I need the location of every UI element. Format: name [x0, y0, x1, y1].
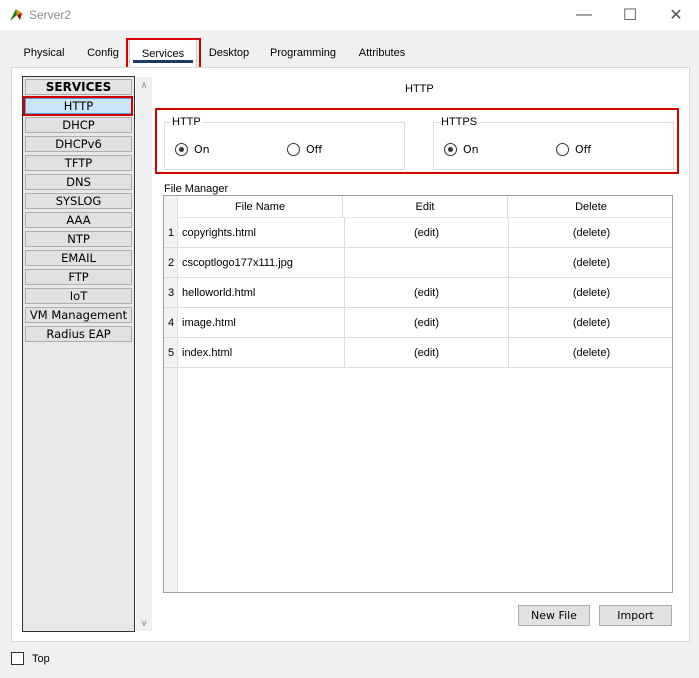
radio-unchecked-icon [556, 143, 569, 156]
import-button[interactable]: Import [599, 605, 672, 626]
tab-physical[interactable]: Physical [15, 42, 73, 64]
tab-desktop[interactable]: Desktop [201, 42, 257, 64]
table-row: 3 helloworld.html (edit) (delete) [164, 278, 672, 308]
radio-checked-icon [444, 143, 457, 156]
table-row: 5 index.html (edit) (delete) [164, 338, 672, 368]
http-on-label: On [194, 143, 210, 156]
https-on-label: On [463, 143, 479, 156]
tab-programming[interactable]: Programming [261, 42, 345, 64]
packet-tracer-app-icon [10, 9, 22, 21]
https-off-radio[interactable]: Off [556, 143, 591, 156]
https-on-radio[interactable]: On [444, 143, 479, 156]
file-name: helloworld.html [182, 287, 256, 299]
edit-link[interactable]: (edit) [344, 338, 508, 368]
table-row: 4 image.html (edit) (delete) [164, 308, 672, 338]
edit-link[interactable]: (edit) [344, 278, 508, 308]
service-aaa-button[interactable]: AAA [25, 212, 132, 228]
close-button[interactable]: ✕ [653, 0, 699, 30]
row-number: 5 [167, 347, 175, 359]
service-tftp-button[interactable]: TFTP [25, 155, 132, 171]
file-name: index.html [182, 347, 233, 359]
tab-bar: Physical Config Services Desktop Program… [11, 39, 691, 67]
tab-attributes[interactable]: Attributes [349, 42, 415, 64]
service-vm-management-button[interactable]: VM Management [25, 307, 132, 323]
top-checkbox-label: Top [32, 652, 50, 665]
service-email-button[interactable]: EMAIL [25, 250, 132, 266]
services-scrollbar[interactable]: ∧ ∨ [136, 77, 152, 631]
table-row: 1 copyrights.html (edit) (delete) [164, 218, 672, 248]
checkbox-unchecked-icon [11, 652, 24, 665]
services-list: SERVICES HTTP DHCP DHCPv6 TFTP DNS SYSLO… [22, 76, 135, 632]
https-off-label: Off [575, 143, 592, 156]
service-radius-eap-button[interactable]: Radius EAP [25, 326, 132, 342]
service-dns-button[interactable]: DNS [25, 174, 132, 190]
edit-link[interactable]: (edit) [344, 308, 508, 338]
service-ntp-button[interactable]: NTP [25, 231, 132, 247]
service-http-button[interactable]: HTTP [25, 98, 132, 114]
http-on-radio[interactable]: On [175, 143, 210, 156]
file-name: cscoptlogo177x111.jpg [182, 257, 293, 269]
service-ftp-button[interactable]: FTP [25, 269, 132, 285]
minimize-button[interactable]: — [561, 0, 607, 30]
delete-link[interactable]: (delete) [508, 248, 672, 278]
column-header-delete[interactable]: Delete [508, 196, 672, 218]
file-name: copyrights.html [182, 227, 256, 239]
maximize-button[interactable]: ☐ [607, 0, 653, 30]
new-file-button[interactable]: New File [518, 605, 590, 626]
tab-services[interactable]: Services [129, 39, 197, 67]
file-name: image.html [182, 317, 236, 329]
table-row: 2 cscoptlogo177x111.jpg (delete) [164, 248, 672, 278]
delete-link[interactable]: (delete) [508, 308, 672, 338]
service-iot-button[interactable]: IoT [25, 288, 132, 304]
delete-link[interactable]: (delete) [508, 338, 672, 368]
delete-link[interactable]: (delete) [508, 218, 672, 248]
row-number: 2 [167, 257, 175, 269]
services-list-header: SERVICES [25, 79, 132, 95]
row-number: 3 [167, 287, 175, 299]
row-number: 4 [167, 317, 175, 329]
delete-link[interactable]: (delete) [508, 278, 672, 308]
service-dhcp-button[interactable]: DHCP [25, 117, 132, 133]
column-header-edit[interactable]: Edit [343, 196, 508, 218]
top-checkbox[interactable]: Top [11, 652, 50, 665]
service-dhcpv6-button[interactable]: DHCPv6 [25, 136, 132, 152]
row-number: 1 [167, 227, 175, 239]
edit-link[interactable]: (edit) [344, 218, 508, 248]
window-title: Server2 [29, 8, 72, 22]
edit-link [344, 248, 508, 278]
service-syslog-button[interactable]: SYSLOG [25, 193, 132, 209]
scroll-down-icon[interactable]: ∨ [136, 615, 152, 631]
http-off-radio[interactable]: Off [287, 143, 322, 156]
http-off-label: Off [306, 143, 323, 156]
file-manager-table: File Name Edit Delete 1 copyrights.html … [163, 195, 673, 593]
tab-config[interactable]: Config [77, 42, 129, 64]
http-section-title: HTTP [405, 83, 434, 95]
title-bar: Server2 — ☐ ✕ [0, 0, 699, 30]
radio-checked-icon [175, 143, 188, 156]
radio-unchecked-icon [287, 143, 300, 156]
column-header-file-name[interactable]: File Name [178, 196, 343, 218]
file-manager-label: File Manager [164, 183, 229, 195]
https-group-label: HTTPS [440, 116, 479, 128]
http-group-label: HTTP [171, 116, 202, 128]
scroll-up-icon[interactable]: ∧ [136, 77, 152, 93]
